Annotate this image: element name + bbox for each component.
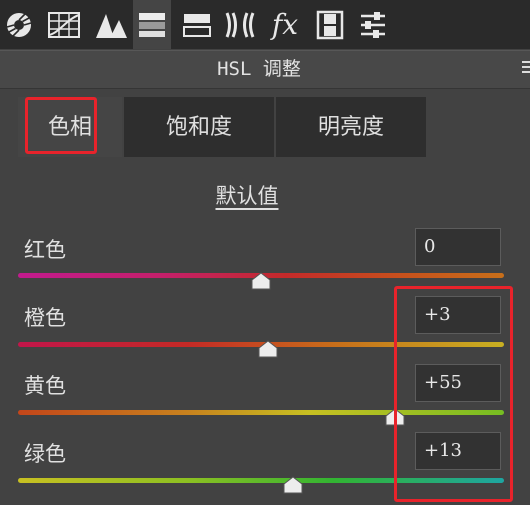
film-strip-icon	[316, 10, 344, 39]
value-highlight-box	[394, 286, 513, 502]
green-slider-thumb[interactable]	[283, 476, 303, 494]
aperture-icon	[6, 12, 32, 37]
tool-split-toning[interactable]	[178, 0, 216, 49]
hsl-gradient-icon	[139, 12, 165, 37]
panel-toolbar: fx	[0, 0, 530, 49]
tool-basic[interactable]	[0, 0, 38, 49]
tab-saturation[interactable]: 饱和度	[124, 97, 274, 157]
tool-tone-curve[interactable]	[45, 0, 83, 49]
fx-effects-icon: fx	[271, 8, 299, 41]
tool-detail[interactable]	[92, 0, 130, 49]
tool-lens[interactable]	[221, 0, 259, 49]
tool-presets[interactable]	[354, 0, 392, 49]
red-label: 红色	[24, 238, 66, 262]
default-link[interactable]: 默认值	[0, 180, 494, 210]
panel-menu-icon[interactable]	[522, 61, 530, 79]
detail-triangles-icon	[96, 13, 127, 38]
lens-correction-icon	[225, 11, 255, 38]
orange-label: 橙色	[24, 306, 66, 330]
tab-luminance[interactable]: 明亮度	[276, 97, 426, 157]
tone-curve-grid-icon	[48, 11, 80, 38]
split-toning-icon	[183, 13, 211, 37]
green-label: 绿色	[24, 442, 66, 466]
sliders-icon	[361, 11, 385, 38]
tool-camera-calibration[interactable]	[311, 0, 349, 49]
orange-slider-thumb[interactable]	[258, 340, 278, 358]
panel-title: HSL 调整	[217, 58, 301, 80]
tool-hsl[interactable]	[133, 0, 171, 49]
red-slider-thumb[interactable]	[251, 272, 271, 290]
tool-effects[interactable]: fx	[266, 0, 304, 49]
yellow-label: 黄色	[24, 374, 66, 398]
panel-header: HSL 调整	[0, 50, 530, 89]
red-value-field[interactable]: 0	[415, 228, 501, 266]
tab-highlight-box	[25, 97, 97, 154]
